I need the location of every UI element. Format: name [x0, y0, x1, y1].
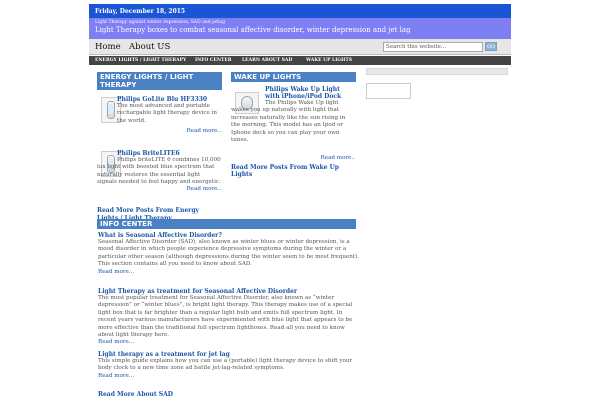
britelite-read-more[interactable]: Read more.. — [187, 186, 221, 192]
subnav-learn-about-sad[interactable]: LEARN ABOUT SAD — [242, 58, 292, 63]
golite-read-more[interactable]: Read more.. — [187, 128, 221, 134]
info-jet-lag-text: This simple guide explains how you can u… — [98, 358, 353, 372]
golite-title[interactable]: Philips GoLite Blu HF3330 — [117, 96, 221, 103]
site-tagline: Light Therapy against winter depression,… — [95, 20, 225, 25]
sidebar-widget-bar — [366, 68, 508, 75]
post-golite: Philips GoLite Blu HF3330 The most advan… — [97, 96, 222, 142]
energy-lights-heading: ENERGY LIGHTS / LIGHT THERAPY — [97, 72, 222, 90]
wake-up-light-read-more[interactable]: Read more.. — [321, 155, 355, 161]
golite-text: The most advanced and portable rechargab… — [117, 103, 218, 124]
info-jet-lag-title[interactable]: Light therapy as a treatment for jet lag — [98, 351, 360, 358]
wake-up-light-text: The Philips Wake Up light wakes you up n… — [231, 100, 346, 144]
info-center-heading: INFO CENTER — [97, 219, 356, 229]
info-jet-lag-read-more[interactable]: Read more... — [98, 373, 360, 380]
info-light-therapy-text: The most popular treatment for Seasonal … — [98, 295, 353, 339]
info-item-jet-lag: Light therapy as a treatment for jet lag… — [98, 351, 360, 380]
info-more-about-sad-link[interactable]: Read More About SAD — [98, 391, 360, 398]
subnav-wake-up-lights[interactable]: WAKE UP LIGHTS — [306, 58, 352, 63]
main-nav: Home About US Search this website... GO — [89, 39, 511, 55]
search-go-button[interactable]: GO — [485, 42, 497, 51]
info-more-about-sad: Read More About SAD — [98, 391, 360, 398]
post-britelite: Philips BriteLITE6 Philips briteLITE 6 c… — [97, 150, 222, 207]
category-nav: ENERGY LIGHTS / LIGHT THERAPY INFO CENTE… — [89, 56, 511, 65]
nav-home[interactable]: Home — [95, 42, 121, 52]
info-item-sad: What is Seasonal Affective Disorder? Sea… — [98, 232, 360, 276]
site-banner: Light Therapy against winter depression,… — [89, 18, 511, 39]
site-description: Light Therapy boxes to combat seasonal a… — [95, 26, 411, 34]
britelite-text: Philips briteLITE 6 combines 10,000 lux … — [97, 157, 221, 186]
post-wake-up-light: Philips Wake Up Light with iPhone/iPod D… — [231, 86, 356, 161]
wake-up-light-title[interactable]: Philips Wake Up Light with iPhone/iPod D… — [231, 86, 355, 100]
energy-lights-section: ENERGY LIGHTS / LIGHT THERAPY Philips Go… — [97, 72, 222, 223]
subnav-energy-lights[interactable]: ENERGY LIGHTS / LIGHT THERAPY — [95, 58, 186, 63]
info-center-section: INFO CENTER — [97, 219, 356, 229]
info-sad-text: Seasonal Affective Disorder (SAD), also … — [98, 239, 360, 268]
info-sad-title[interactable]: What is Seasonal Affective Disorder? — [98, 232, 360, 239]
sidebar-widget-box — [366, 83, 411, 99]
nav-about-us[interactable]: About US — [129, 42, 170, 52]
info-light-therapy-read-more[interactable]: Read more... — [98, 339, 360, 346]
wake-up-lights-heading: WAKE UP LIGHTS — [231, 72, 356, 82]
wake-up-more-posts-link[interactable]: Read More Posts From Wake Up Lights — [231, 164, 356, 178]
info-light-therapy-title[interactable]: Light Therapy as treatment for Seasonal … — [98, 288, 360, 295]
info-item-light-therapy: Light Therapy as treatment for Seasonal … — [98, 288, 360, 347]
search-input[interactable]: Search this website... — [383, 42, 483, 52]
info-sad-read-more[interactable]: Read more... — [98, 269, 360, 276]
date-bar: Friday, December 18, 2015 — [89, 4, 511, 18]
subnav-info-center[interactable]: INFO CENTER — [195, 58, 232, 63]
date-text: Friday, December 18, 2015 — [95, 8, 186, 15]
wake-up-lights-section: WAKE UP LIGHTS Philips Wake Up Light wit… — [231, 72, 356, 178]
britelite-title[interactable]: Philips BriteLITE6 — [97, 150, 221, 157]
